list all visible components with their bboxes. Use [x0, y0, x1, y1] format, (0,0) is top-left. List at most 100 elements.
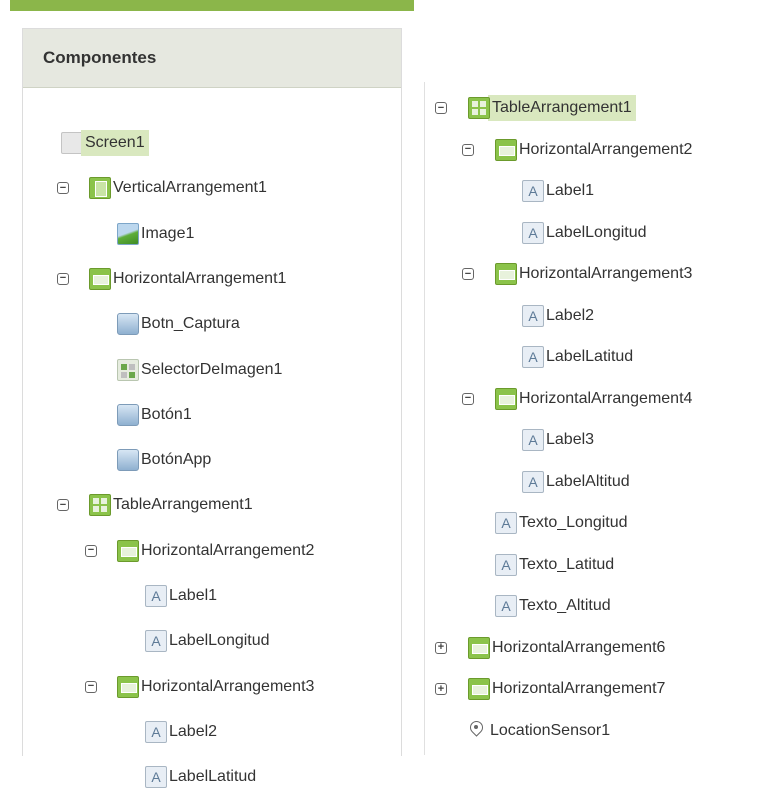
- tree-node[interactable]: TableArrangement1: [468, 91, 636, 125]
- tree-node-label: HorizontalArrangement6: [492, 638, 666, 656]
- label-icon: A: [495, 512, 517, 534]
- collapse-toggle-icon[interactable]: −: [462, 143, 474, 156]
- horizontal-arrangement-icon: [117, 675, 139, 698]
- tree-node-label: Label2: [169, 722, 218, 740]
- tree-node-label: BotónApp: [141, 451, 212, 469]
- tree-node[interactable]: A Label2: [522, 299, 594, 333]
- collapse-toggle-icon[interactable]: −: [57, 272, 69, 285]
- tree-node-label: Image1: [141, 224, 195, 242]
- tree-node[interactable]: Botn_Captura: [117, 307, 240, 341]
- expand-toggle-icon[interactable]: +: [435, 683, 447, 695]
- tree-node[interactable]: A LabelLatitud: [145, 760, 256, 794]
- tree-node[interactable]: A LabelLongitud: [145, 624, 270, 658]
- tree-node-label: LabelLatitud: [169, 768, 257, 786]
- tree-node-label: Label3: [546, 431, 595, 448]
- tree-node[interactable]: Screen1: [61, 126, 149, 160]
- label-icon: A: [145, 585, 167, 607]
- collapse-toggle-icon[interactable]: −: [462, 392, 474, 405]
- label-icon: A: [522, 180, 544, 202]
- tree-node-label: Label1: [546, 182, 595, 199]
- tree-node-label: LabelAltitud: [546, 472, 630, 490]
- button-icon: [117, 403, 139, 426]
- tree-node-label: Botón1: [141, 405, 192, 423]
- tree-node[interactable]: A Label1: [522, 174, 594, 208]
- tree-node-label: Screen1: [81, 130, 149, 156]
- collapse-toggle-icon[interactable]: −: [85, 680, 97, 693]
- tree-node[interactable]: A Label1: [145, 579, 217, 613]
- screen-icon: [61, 132, 83, 154]
- tree-node-label: Texto_Altitud: [519, 597, 611, 614]
- horizontal-arrangement-icon: [468, 678, 490, 700]
- collapse-toggle-icon[interactable]: −: [57, 499, 69, 512]
- horizontal-arrangement-icon: [468, 636, 490, 659]
- tree-node[interactable]: A LabelLongitud: [522, 216, 647, 250]
- tree-node-label: HorizontalArrangement1: [113, 269, 287, 287]
- tree-node-label: HorizontalArrangement3: [141, 677, 315, 695]
- label-icon: A: [522, 221, 544, 244]
- table-arrangement-icon: [89, 494, 111, 517]
- label-icon: A: [522, 304, 544, 327]
- tree-node[interactable]: A Texto_Altitud: [495, 589, 611, 623]
- table-arrangement-icon: [468, 97, 490, 119]
- tree-node[interactable]: A LabelLatitud: [522, 340, 633, 374]
- collapse-toggle-icon[interactable]: −: [57, 182, 69, 195]
- tree-node-label: VerticalArrangement1: [113, 179, 267, 197]
- components-title: Componentes: [43, 48, 157, 67]
- tree-node[interactable]: A Label2: [145, 715, 217, 749]
- tree-node[interactable]: BotónApp: [117, 443, 211, 477]
- tree-node[interactable]: HorizontalArrangement1: [89, 262, 286, 296]
- tree-node[interactable]: HorizontalArrangement3: [495, 257, 692, 291]
- tree-node[interactable]: HorizontalArrangement2: [495, 133, 692, 167]
- label-icon: A: [522, 346, 544, 368]
- tree-node[interactable]: A Label3: [522, 423, 594, 457]
- collapse-toggle-icon[interactable]: −: [435, 102, 447, 114]
- tree-node-label: Label2: [546, 306, 595, 324]
- tree-node-label: Label1: [169, 587, 218, 604]
- tree-node[interactable]: TableArrangement1: [89, 488, 253, 522]
- components-frame: Componentes Screen1 − VerticalArrangement1…: [22, 28, 402, 789]
- expand-toggle-icon[interactable]: +: [435, 641, 447, 654]
- collapse-toggle-icon[interactable]: −: [85, 544, 97, 557]
- tree-node[interactable]: HorizontalArrangement7: [468, 672, 665, 706]
- tree-node[interactable]: Botón1: [117, 398, 192, 432]
- tree-node[interactable]: HorizontalArrangement3: [117, 670, 314, 704]
- button-icon: [117, 313, 139, 336]
- tree-node[interactable]: VerticalArrangement1: [89, 171, 267, 205]
- tree-node-label: Texto_Longitud: [519, 514, 628, 531]
- horizontal-arrangement-icon: [495, 387, 517, 410]
- tree-node[interactable]: A LabelAltitud: [522, 465, 630, 499]
- component-tree-right: − TableArrangement1 − HorizontalArrangement…: [424, 82, 760, 755]
- vertical-arrangement-icon: [89, 177, 111, 200]
- label-icon: A: [522, 429, 544, 451]
- tree-node-label: TableArrangement1: [113, 496, 253, 514]
- tree-node-label: LocationSensor1: [490, 721, 611, 739]
- horizontal-arrangement-icon: [495, 138, 517, 161]
- tree-node[interactable]: LocationSensor1: [468, 714, 610, 748]
- collapse-toggle-icon[interactable]: −: [462, 268, 474, 280]
- tree-node[interactable]: A Texto_Latitud: [495, 548, 614, 582]
- label-icon: A: [522, 470, 544, 493]
- location-pin-icon: [468, 720, 484, 742]
- tree-node-label: HorizontalArrangement7: [492, 680, 666, 697]
- tree-node-label: TableArrangement1: [488, 95, 636, 121]
- label-icon: A: [145, 630, 167, 653]
- tree-node[interactable]: SelectorDeImagen1: [117, 353, 282, 387]
- tree-node-label: SelectorDeImagen1: [141, 360, 283, 378]
- tree-node-label: LabelLongitud: [169, 632, 270, 650]
- image-picker-icon: [117, 358, 139, 381]
- button-icon: [117, 449, 139, 472]
- label-icon: A: [495, 595, 517, 617]
- tree-node[interactable]: Image1: [117, 217, 194, 251]
- tree-node[interactable]: A Texto_Longitud: [495, 506, 628, 540]
- tree-node-label: LabelLatitud: [546, 348, 634, 365]
- tree-node[interactable]: HorizontalArrangement2: [117, 534, 314, 568]
- tree-node-label: HorizontalArrangement4: [519, 389, 693, 407]
- tree-node-label: HorizontalArrangement3: [519, 265, 693, 282]
- tree-node[interactable]: HorizontalArrangement4: [495, 382, 692, 416]
- tree-node[interactable]: HorizontalArrangement6: [468, 631, 665, 665]
- horizontal-arrangement-icon: [89, 267, 111, 290]
- tree-node-label: Texto_Latitud: [519, 555, 615, 573]
- tree-node-label: HorizontalArrangement2: [519, 140, 693, 158]
- horizontal-arrangement-icon: [117, 539, 139, 562]
- image-icon: [117, 222, 139, 245]
